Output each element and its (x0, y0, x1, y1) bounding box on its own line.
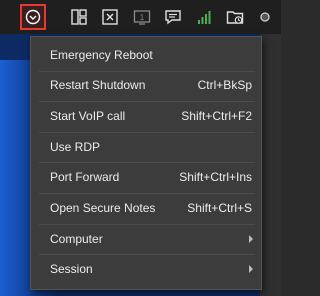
fullscreen-x-icon (102, 9, 118, 25)
menu-item-label: Session (50, 262, 93, 276)
menu-item-computer[interactable]: Computer (31, 224, 261, 254)
menu-item-use-rdp[interactable]: Use RDP (31, 132, 261, 162)
screen-select-button[interactable]: 1 (129, 4, 155, 30)
screen-number-icon: 1 (133, 10, 151, 25)
desktop-edge (260, 30, 281, 296)
chat-icon (165, 10, 181, 25)
menu-item-port-forward[interactable]: Port Forward Shift+Ctrl+Ins (31, 162, 261, 192)
menu-item-open-secure-notes[interactable]: Open Secure Notes Shift+Ctrl+S (31, 193, 261, 223)
folder-sync-icon (226, 11, 244, 24)
menu-toggle-button[interactable] (20, 4, 46, 30)
submenu-arrow-icon (249, 235, 253, 243)
menu-item-start-voip-call[interactable]: Start VoIP call Shift+Ctrl+F2 (31, 101, 261, 131)
session-menu: Emergency Reboot Restart Shutdown Ctrl+B… (30, 36, 262, 290)
signal-bars-icon (198, 11, 211, 24)
menu-item-emergency-reboot[interactable]: Emergency Reboot (31, 40, 261, 70)
menu-item-label: Start VoIP call (50, 109, 126, 123)
menu-item-shortcut: Shift+Ctrl+Ins (179, 170, 252, 184)
fullscreen-button[interactable] (97, 4, 123, 30)
menu-item-label: Computer (50, 232, 103, 246)
connection-quality-indicator[interactable] (191, 4, 217, 30)
layout-button[interactable] (66, 4, 92, 30)
file-transfer-button[interactable] (222, 4, 248, 30)
menu-item-shortcut: Shift+Ctrl+F2 (181, 109, 252, 123)
layout-split-icon (71, 9, 87, 25)
menu-item-label: Emergency Reboot (50, 48, 153, 62)
chat-button[interactable] (160, 4, 186, 30)
menu-item-shortcut: Ctrl+BkSp (197, 78, 252, 92)
screen-number-label: 1 (140, 13, 145, 22)
status-dot-icon (260, 12, 270, 22)
menu-item-label: Use RDP (50, 140, 101, 154)
menu-item-label: Open Secure Notes (50, 201, 156, 215)
menu-item-session[interactable]: Session (31, 254, 261, 284)
menu-item-shortcut: Shift+Ctrl+S (187, 201, 252, 215)
session-toolbar: 1 (0, 0, 281, 34)
submenu-arrow-icon (249, 265, 253, 273)
menu-item-label: Restart Shutdown (50, 78, 146, 92)
menu-item-label: Port Forward (50, 170, 120, 184)
menu-item-restart-shutdown[interactable]: Restart Shutdown Ctrl+BkSp (31, 70, 261, 100)
status-indicator[interactable] (252, 4, 278, 30)
chevron-down-circle-icon (25, 9, 41, 25)
